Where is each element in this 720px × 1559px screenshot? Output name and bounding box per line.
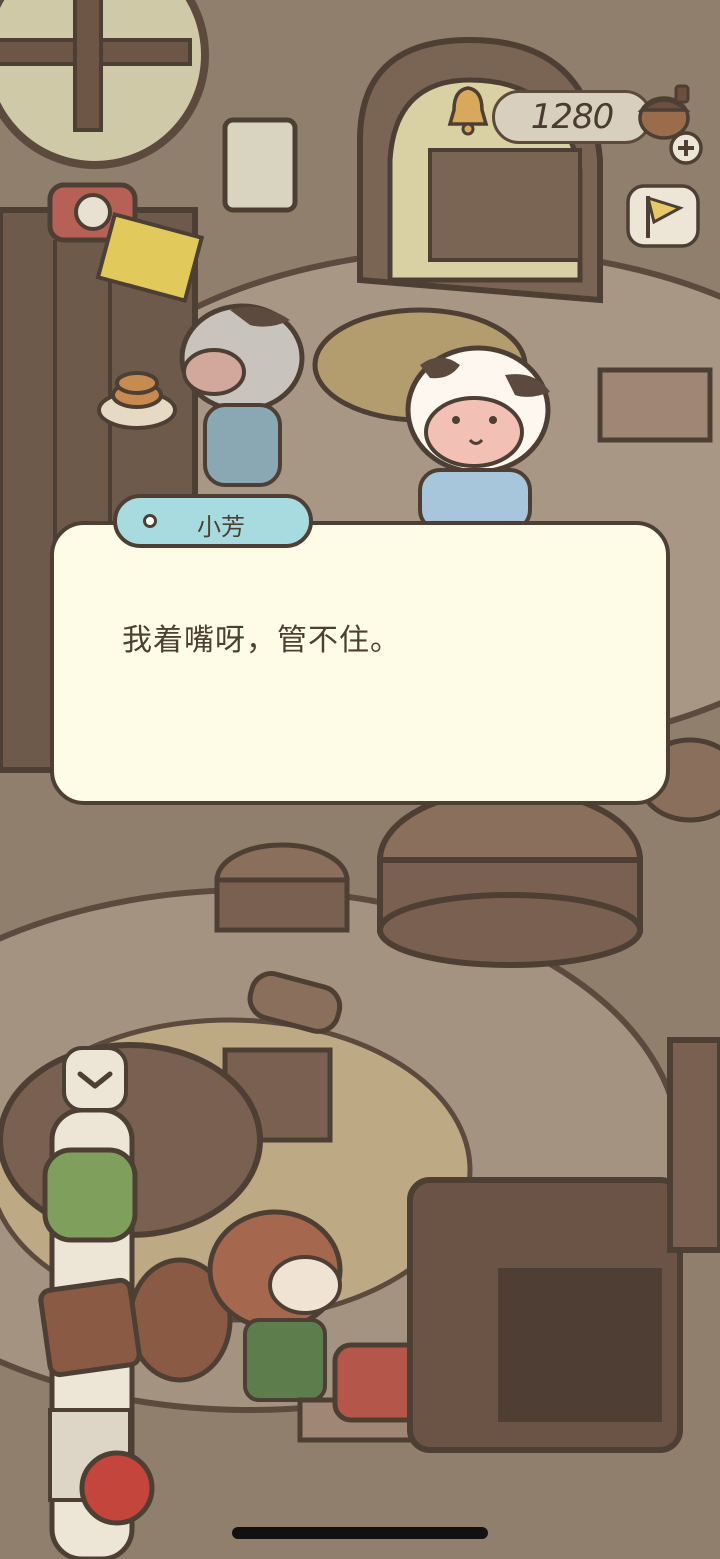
speaker-dot-icon bbox=[143, 514, 157, 528]
arched-door bbox=[357, 36, 603, 304]
bell-icon[interactable] bbox=[446, 84, 490, 136]
round-table bbox=[377, 787, 643, 968]
display-shelf bbox=[407, 1177, 683, 1453]
flag-icon[interactable] bbox=[620, 180, 704, 254]
home-indicator[interactable] bbox=[232, 1527, 488, 1539]
small-stool bbox=[214, 842, 350, 933]
side-inventory-column bbox=[38, 1107, 155, 1559]
white-cow-character bbox=[405, 345, 551, 532]
coin-count: 1280 bbox=[530, 97, 615, 137]
plus-icon[interactable] bbox=[668, 130, 704, 166]
speaker-name-tag: 小芳 bbox=[113, 494, 313, 548]
speaker-name: 小芳 bbox=[197, 513, 245, 541]
wooden-stool bbox=[597, 367, 713, 443]
dialog-box[interactable]: 我着嘴呀，管不住。 bbox=[50, 521, 670, 805]
coin-counter: 1280 bbox=[492, 90, 652, 144]
dialog-text: 我着嘴呀，管不住。 bbox=[122, 623, 401, 658]
wall-poster bbox=[222, 117, 298, 213]
chevron-down-icon[interactable] bbox=[60, 1044, 130, 1114]
